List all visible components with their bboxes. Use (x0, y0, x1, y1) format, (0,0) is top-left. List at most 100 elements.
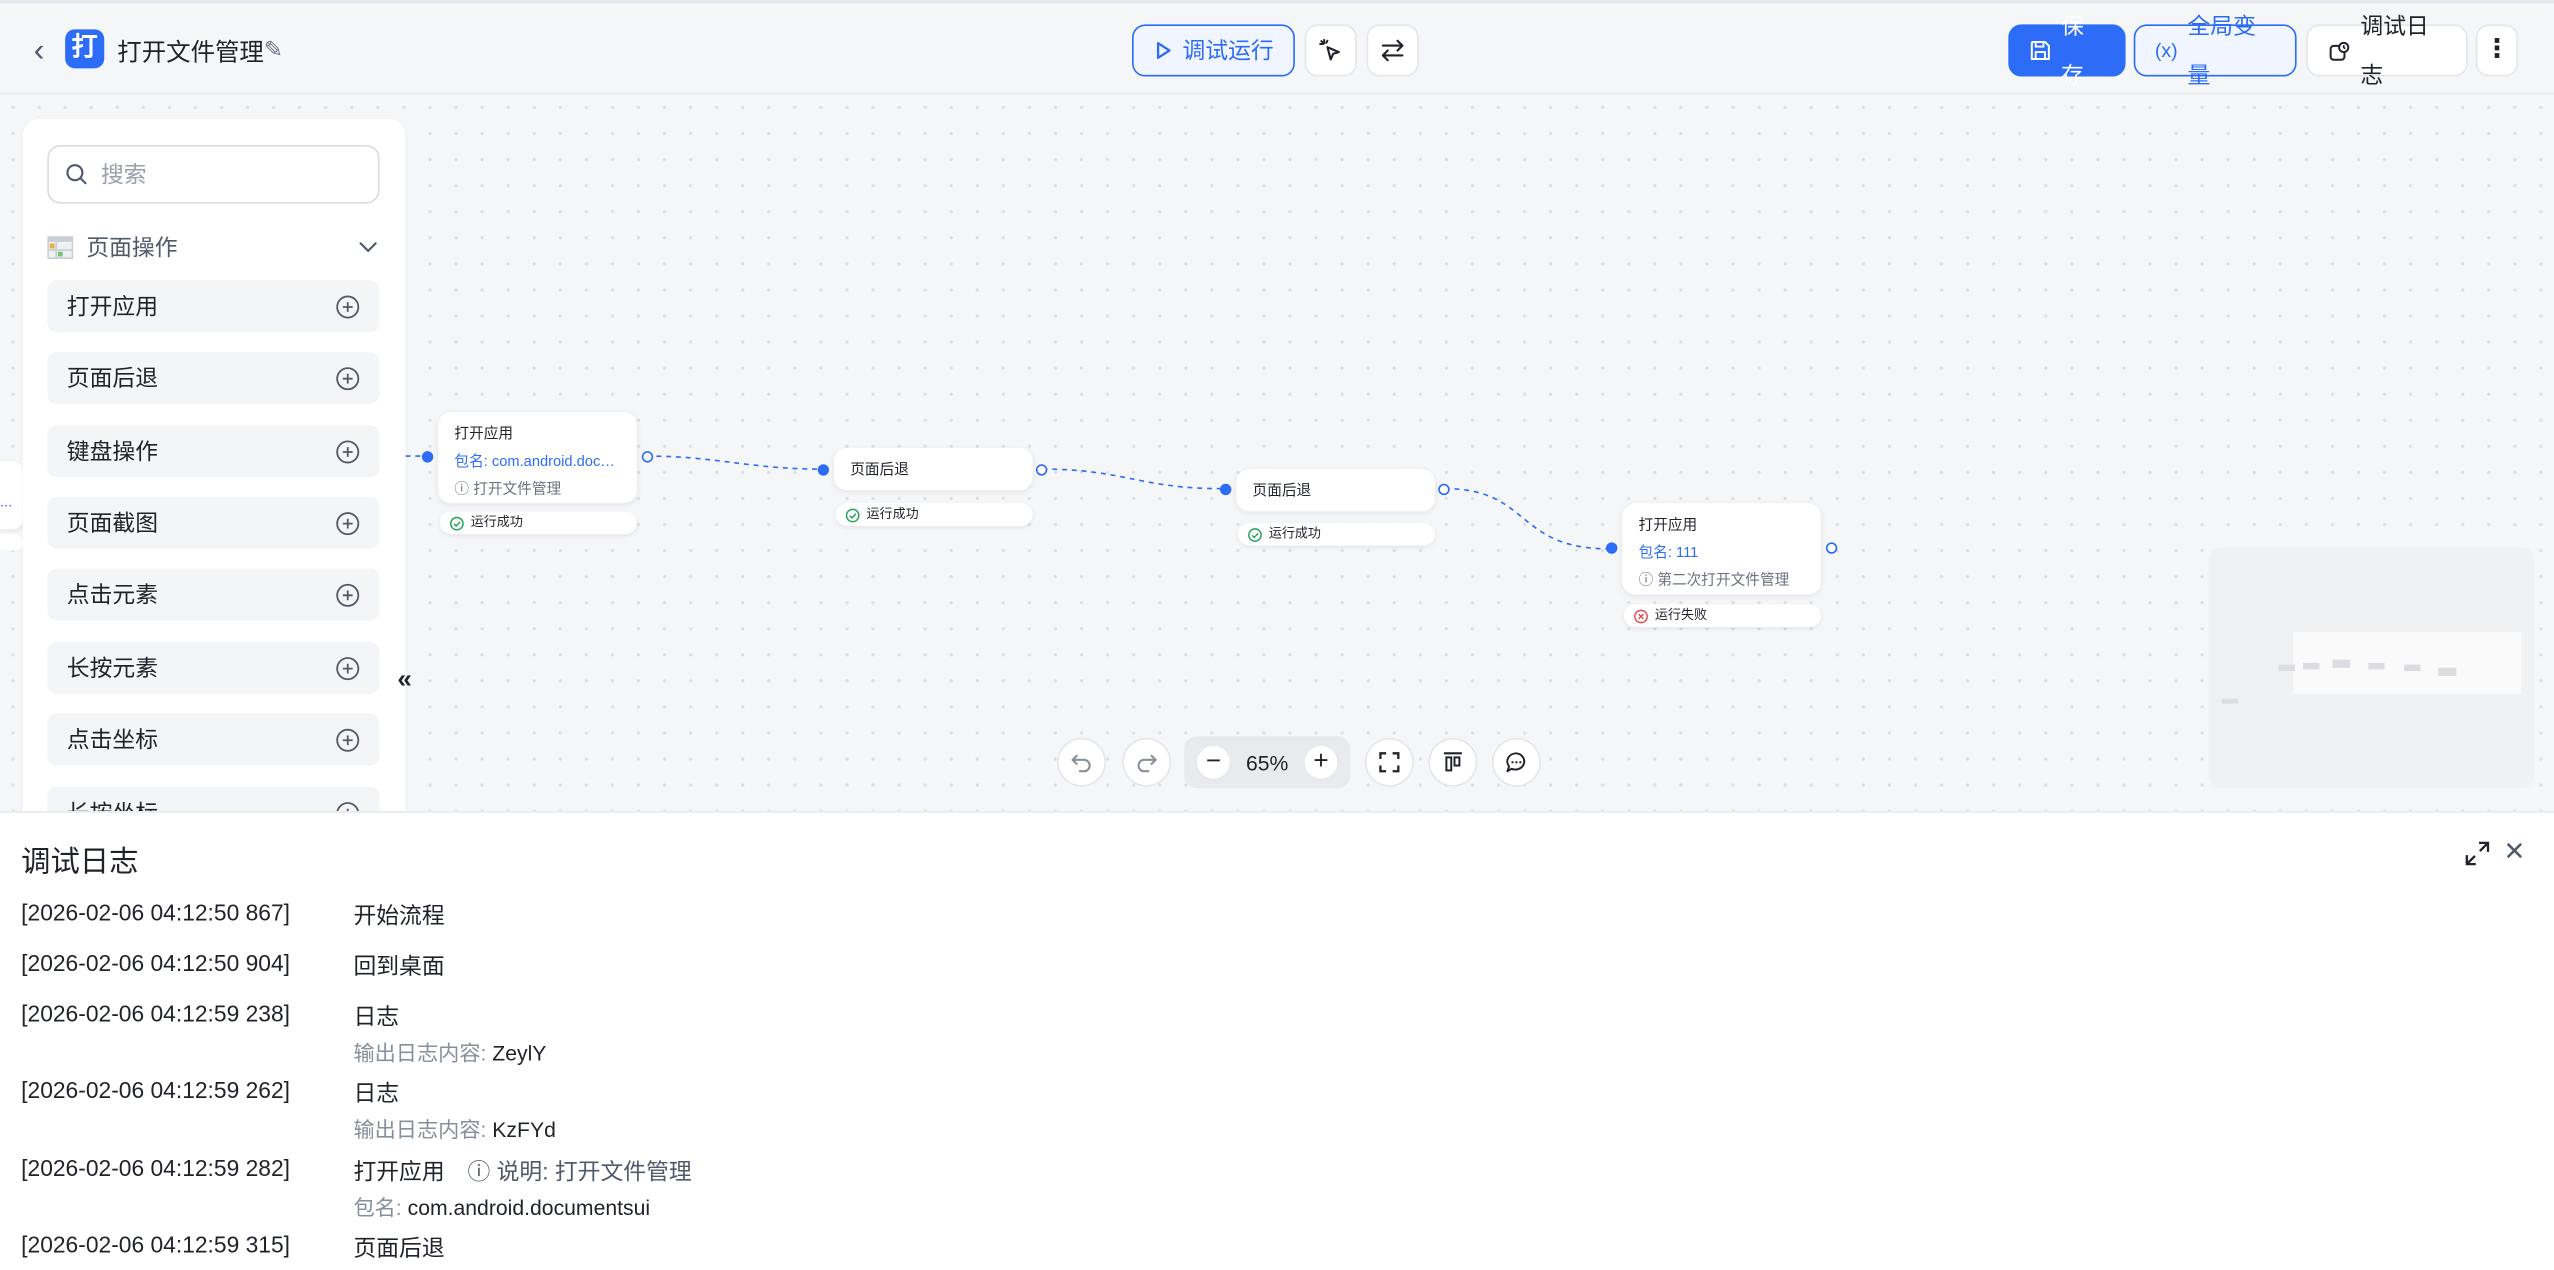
collapse-sidebar-icon[interactable]: « (397, 666, 412, 695)
log-note: ⓘ 说明: 打开文件管理 (467, 1158, 691, 1184)
edge-3-4 (1444, 487, 1610, 550)
minimap-node (2303, 662, 2320, 670)
log-time: [2026-02-06 04:12:59 238] (21, 1000, 290, 1027)
search-placeholder: 搜索 (100, 161, 147, 188)
minimap-node (2368, 662, 2385, 670)
node-desc-text: 打开文件管理 (473, 480, 562, 497)
add-circle-icon[interactable] (336, 511, 360, 535)
log-detail-key: 输出日志内容: (353, 1040, 487, 1066)
add-circle-icon[interactable] (336, 439, 360, 463)
search-icon (66, 164, 87, 185)
palette-item-page-back[interactable]: 页面后退 (47, 351, 380, 404)
palette-item-click-coordinate[interactable]: 点击坐标 (47, 713, 380, 766)
minimap-node (2332, 659, 2351, 668)
palette-item-long-press-element[interactable]: 长按元素 (47, 641, 380, 694)
palette-item-keyboard[interactable]: 键盘操作 (47, 425, 380, 478)
align-top-icon (1443, 752, 1462, 772)
node-package: 包名: com.android.docum... (454, 452, 621, 470)
node-title: 页面后退 (850, 460, 909, 478)
table-icon (47, 236, 74, 259)
node-4-in-port[interactable] (1605, 542, 1618, 554)
add-circle-icon[interactable] (336, 582, 360, 606)
log-message: 打开应用 ⓘ 说明: 打开文件管理 (353, 1155, 691, 1188)
node-1-out-port[interactable] (641, 451, 654, 463)
minimap-node (2278, 664, 2295, 672)
palette-item-long-press-coordinate[interactable]: 长按坐标 (47, 786, 380, 812)
palette-item-open-app[interactable]: 打开应用 (47, 280, 380, 333)
add-circle-icon[interactable] (336, 801, 360, 812)
palette-item-label: 长按元素 (66, 654, 158, 681)
palette-item-screenshot[interactable]: 页面截图 (47, 496, 380, 549)
node-open-app-2[interactable]: 打开应用 包名: 111 ⓘ 第二次打开文件管理 (1622, 503, 1821, 595)
node-page-back-2[interactable]: 页面后退 (1236, 469, 1435, 512)
search-input[interactable]: 搜索 (47, 144, 380, 204)
log-message: 日志 (353, 1079, 400, 1106)
comment-button[interactable] (1491, 737, 1541, 787)
chevron-down-icon (359, 241, 378, 253)
log-panel-title: 调试日志 (21, 845, 139, 878)
app-window: ‹ 打 打开文件管理 ✎ 调试运行 保存 (x) 全局变量 调试日志 ⋮ ...… (0, 0, 2554, 1270)
node-title: 打开应用 (454, 425, 514, 442)
section-label: 页面操作 (86, 234, 178, 261)
node-4-out-port[interactable] (1825, 542, 1838, 554)
zoom-out-icon[interactable]: − (1197, 745, 1230, 779)
log-message: 页面后退 (353, 1234, 445, 1261)
node-package: 包名: 111 (1638, 544, 1699, 561)
minimap-node (2438, 667, 2457, 676)
node-2-in-port[interactable] (817, 464, 830, 476)
edge-2-3 (1042, 468, 1222, 490)
node-2-status: 运行成功 (835, 503, 1033, 527)
palette-item-label: 打开应用 (66, 293, 158, 320)
zoom-level: 65% (1246, 750, 1289, 775)
log-message: 回到桌面 (353, 952, 445, 979)
success-check-icon (1248, 527, 1262, 542)
minimap-node (2404, 664, 2421, 672)
log-detail-key: 包名: (353, 1195, 402, 1220)
node-3-out-port[interactable] (1438, 483, 1450, 496)
add-circle-icon[interactable] (336, 656, 360, 680)
zoom-control: − 65% + (1184, 736, 1351, 789)
palette-item-label: 键盘操作 (66, 438, 158, 465)
log-detail: 包名: com.android.documentsui (353, 1191, 650, 1222)
log-detail-value: ZeylY (492, 1040, 547, 1066)
auto-layout-button[interactable] (1428, 737, 1478, 787)
log-time: [2026-02-06 04:12:59 282] (21, 1154, 290, 1181)
undo-icon (1071, 754, 1091, 773)
minimap-viewport[interactable] (2293, 631, 2522, 694)
log-time: [2026-02-06 04:12:59 262] (21, 1076, 290, 1103)
add-circle-icon[interactable] (336, 727, 360, 751)
log-message-text: 打开应用 (353, 1158, 445, 1185)
log-detail-key: 输出日志内容: (353, 1117, 487, 1142)
node-1-in-port[interactable] (421, 451, 434, 463)
expand-icon[interactable] (2463, 839, 2492, 868)
log-note-text: 说明: 打开文件管理 (496, 1158, 692, 1185)
add-circle-icon[interactable] (336, 294, 360, 318)
redo-button[interactable] (1122, 737, 1172, 787)
palette-item-label: 点击元素 (66, 581, 158, 608)
palette-item-label: 点击坐标 (66, 726, 158, 753)
status-text: 运行成功 (470, 514, 523, 530)
node-desc-text: 第二次打开文件管理 (1657, 571, 1790, 588)
info-icon: ⓘ (467, 1158, 491, 1185)
palette-item-label: 页面后退 (66, 364, 158, 391)
node-3-in-port[interactable] (1219, 483, 1232, 496)
minimap[interactable] (2208, 547, 2535, 789)
node-page-back-1[interactable]: 页面后退 (833, 447, 1033, 491)
palette-item-click-element[interactable]: 点击元素 (47, 568, 380, 621)
fit-view-button[interactable] (1364, 737, 1414, 787)
redo-icon (1137, 754, 1157, 773)
node-1-status: 运行成功 (439, 511, 637, 535)
node-title: 页面后退 (1252, 482, 1312, 499)
add-circle-icon[interactable] (336, 366, 360, 390)
zoom-in-icon[interactable]: + (1304, 745, 1338, 779)
node-2-out-port[interactable] (1035, 464, 1048, 476)
log-message: 开始流程 (353, 902, 445, 929)
fullscreen-icon (1379, 752, 1400, 773)
success-check-icon (845, 507, 860, 522)
section-page-operations[interactable]: 页面操作 (47, 230, 379, 266)
close-icon[interactable]: ✕ (2503, 836, 2525, 869)
node-open-app-1[interactable]: 打开应用 包名: com.android.docum... ⓘ 打开文件管理 (438, 412, 637, 504)
success-check-icon (449, 515, 464, 530)
undo-button[interactable] (1057, 737, 1106, 787)
chat-bubble-icon (1506, 752, 1526, 773)
